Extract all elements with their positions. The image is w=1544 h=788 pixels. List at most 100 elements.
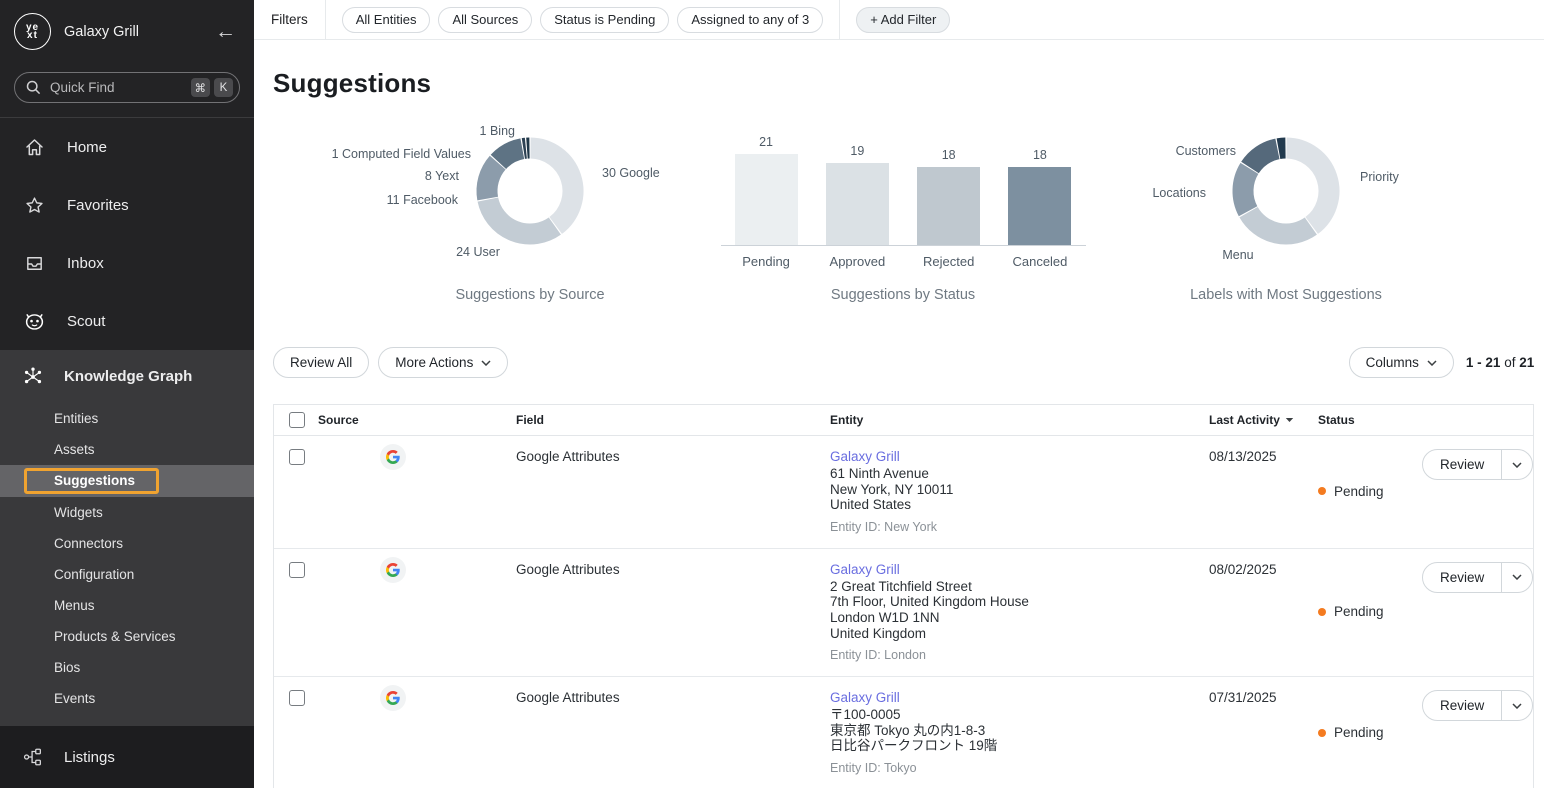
- entity-address: 〒100-0005東京都 Tokyo 丸の内1-8-3日比谷パークフロント 19…: [830, 707, 1209, 754]
- review-split-button: Review: [1422, 449, 1533, 480]
- toolbar-right: Columns 1 - 21 of 21: [1349, 347, 1535, 378]
- review-dropdown-icon[interactable]: [1502, 563, 1532, 592]
- sidebar-item-configuration[interactable]: Configuration: [0, 559, 254, 590]
- donut-slice-google[interactable]: [531, 148, 573, 225]
- donut-label-customers: Customers: [1176, 144, 1236, 158]
- chart-caption: Labels with Most Suggestions: [1190, 287, 1382, 303]
- quick-find-input[interactable]: Quick Find ⌘ K: [14, 72, 240, 103]
- entity-link[interactable]: Galaxy Grill: [830, 449, 1209, 464]
- donut-slice-yext[interactable]: [498, 149, 522, 162]
- bar-value-label: 21: [759, 135, 773, 149]
- donut-slice-menu[interactable]: [1249, 212, 1311, 234]
- table-row: Google Attributes Galaxy Grill 61 Ninth …: [274, 436, 1533, 549]
- chart-caption: Suggestions by Source: [455, 287, 604, 303]
- donut-label-yext: 8 Yext: [425, 169, 459, 183]
- status-dot-icon: [1318, 608, 1326, 616]
- entity-id: Entity ID: Tokyo: [830, 761, 1209, 775]
- sidebar-item-bios[interactable]: Bios: [0, 652, 254, 683]
- chevron-down-icon: [481, 360, 491, 366]
- filter-chip-status-is-pending[interactable]: Status is Pending: [540, 7, 669, 33]
- account-name: Galaxy Grill: [64, 24, 215, 40]
- status-cell: Pending: [1318, 549, 1409, 676]
- review-dropdown-icon[interactable]: [1502, 691, 1532, 720]
- donut-slice-customers[interactable]: [1250, 149, 1277, 168]
- row-checkbox[interactable]: [289, 562, 305, 578]
- address-line: New York, NY 10011: [830, 482, 1209, 498]
- sidebar-item-listings[interactable]: Listings: [0, 726, 254, 788]
- bar-category-label: Canceled: [1012, 254, 1067, 269]
- row-checkbox[interactable]: [289, 690, 305, 706]
- status-dot-icon: [1318, 729, 1326, 737]
- more-actions-button[interactable]: More Actions: [378, 347, 508, 378]
- pagination-range: 1 - 21: [1466, 355, 1501, 370]
- bar-approved[interactable]: [826, 163, 889, 245]
- status-dot-icon: [1318, 487, 1326, 495]
- donut-slice-facebook[interactable]: [487, 163, 498, 199]
- donut-label-google: 30 Google: [602, 166, 660, 180]
- knowledge-graph-items: EntitiesAssetsSuggestionsWidgetsConnecto…: [0, 403, 254, 714]
- review-button[interactable]: Review: [1423, 450, 1502, 479]
- donut-slice-user[interactable]: [488, 200, 555, 234]
- sidebar-item-inbox[interactable]: Inbox: [0, 234, 254, 292]
- review-button[interactable]: Review: [1423, 691, 1502, 720]
- pagination: 1 - 21 of 21: [1466, 355, 1534, 370]
- entity-link[interactable]: Galaxy Grill: [830, 562, 1209, 577]
- bar-chart-axis: [721, 245, 1086, 246]
- yext-logo[interactable]: ye xt: [14, 13, 51, 50]
- donut-slice-locations[interactable]: [1243, 168, 1249, 211]
- last-activity-label: Last Activity: [1209, 413, 1280, 427]
- address-line: United States: [830, 497, 1209, 513]
- sidebar-item-connectors[interactable]: Connectors: [0, 528, 254, 559]
- sidebar-item-label: Scout: [67, 313, 105, 330]
- page-content: Suggestions Suggestions by Source 30 Goo…: [254, 40, 1544, 788]
- field-cell: Google Attributes: [516, 549, 830, 676]
- entity-address: 61 Ninth AvenueNew York, NY 10011United …: [830, 466, 1209, 513]
- donut-label-facebook: 11 Facebook: [387, 193, 458, 207]
- review-all-button[interactable]: Review All: [273, 347, 369, 378]
- star-icon: [24, 195, 45, 216]
- filter-chip-assigned-to-any-of-3[interactable]: Assigned to any of 3: [677, 7, 823, 33]
- address-line: 東京都 Tokyo 丸の内1-8-3: [830, 723, 1209, 739]
- sidebar-item-assets[interactable]: Assets: [0, 434, 254, 465]
- filter-chip-all-entities[interactable]: All Entities: [342, 7, 431, 33]
- cmd-key: ⌘: [191, 78, 211, 97]
- sidebar-item-suggestions[interactable]: Suggestions: [0, 465, 254, 497]
- entity-link[interactable]: Galaxy Grill: [830, 690, 1209, 705]
- sidebar-item-products-services[interactable]: Products & Services: [0, 621, 254, 652]
- filter-chip-all-sources[interactable]: All Sources: [438, 7, 532, 33]
- bar-pending[interactable]: [735, 154, 798, 245]
- sidebar-item-favorites[interactable]: Favorites: [0, 176, 254, 234]
- column-header-last-activity[interactable]: Last Activity: [1209, 413, 1318, 427]
- bar-canceled[interactable]: [1008, 167, 1071, 245]
- sidebar-item-knowledge-graph[interactable]: Knowledge Graph: [0, 350, 254, 403]
- sort-descending-icon: [1285, 417, 1294, 423]
- sidebar-item-home[interactable]: Home: [0, 118, 254, 176]
- columns-button[interactable]: Columns: [1349, 347, 1454, 378]
- collapse-sidebar-icon[interactable]: ←: [215, 20, 236, 44]
- sidebar-item-entities[interactable]: Entities: [0, 403, 254, 434]
- review-button[interactable]: Review: [1423, 563, 1502, 592]
- google-source-icon: [380, 444, 406, 470]
- sidebar-item-widgets[interactable]: Widgets: [0, 497, 254, 528]
- bar-category-label: Approved: [830, 254, 886, 269]
- field-cell: Google Attributes: [516, 436, 830, 548]
- donut-slice-priority[interactable]: [1287, 148, 1329, 225]
- entity-address: 2 Great Titchfield Street7th Floor, Unit…: [830, 579, 1209, 641]
- column-header-source: Source: [318, 413, 516, 427]
- donut-slice-other[interactable]: [1278, 148, 1285, 149]
- add-filter-button[interactable]: + Add Filter: [856, 7, 950, 33]
- table-row: Google Attributes Galaxy Grill 〒100-0005…: [274, 677, 1533, 788]
- sidebar-item-menus[interactable]: Menus: [0, 590, 254, 621]
- sidebar-item-scout[interactable]: Scout: [0, 292, 254, 350]
- filters-label: Filters: [254, 12, 325, 27]
- bar-category-label: Rejected: [923, 254, 974, 269]
- row-checkbox[interactable]: [289, 449, 305, 465]
- address-line: 日比谷パークフロント 19階: [830, 738, 1209, 754]
- filter-chips: All Entities All Sources Status is Pending…: [326, 7, 839, 33]
- review-dropdown-icon[interactable]: [1502, 450, 1532, 479]
- last-activity-cell: 08/02/2025: [1209, 549, 1318, 676]
- select-all-checkbox[interactable]: [289, 412, 305, 428]
- status-cell: Pending: [1318, 677, 1409, 788]
- sidebar-item-events[interactable]: Events: [0, 683, 254, 714]
- bar-rejected[interactable]: [917, 167, 980, 245]
